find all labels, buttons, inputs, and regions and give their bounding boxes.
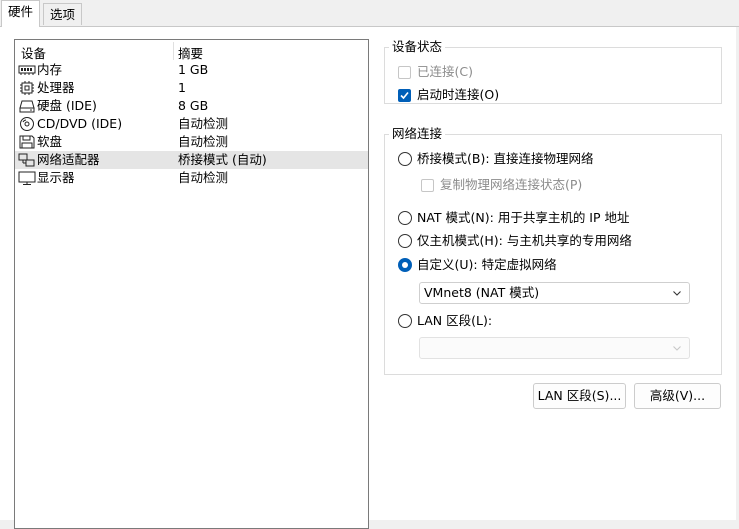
bridged-label: 桥接模式(B): 直接连接物理网络 bbox=[417, 151, 594, 166]
checkmark-icon bbox=[400, 91, 409, 100]
device-name: 内存 bbox=[37, 62, 63, 77]
floppy-icon bbox=[19, 135, 35, 149]
lan-segment-label: LAN 区段(L): bbox=[417, 313, 493, 328]
replicate-state-label: 复制物理网络连接状态(P) bbox=[440, 177, 583, 192]
tab-bar: 硬件 选项 bbox=[0, 0, 739, 27]
tab-hardware-label: 硬件 bbox=[8, 4, 34, 19]
header-device[interactable]: 设备 bbox=[21, 43, 46, 62]
device-row-cd-dvd[interactable]: CD/DVD (IDE) 自动检测 bbox=[15, 115, 368, 133]
device-row-floppy[interactable]: 软盘 自动检测 bbox=[15, 133, 368, 151]
custom-radio[interactable]: 自定义(U): 特定虚拟网络 bbox=[398, 255, 708, 275]
device-summary: 自动检测 bbox=[178, 170, 229, 185]
replicate-state-checkbox[interactable]: 复制物理网络连接状态(P) bbox=[421, 175, 701, 195]
device-summary: 桥接模式 (自动) bbox=[178, 152, 267, 167]
host-only-label: 仅主机模式(H): 与主机共享的专用网络 bbox=[417, 233, 632, 248]
device-name: CD/DVD (IDE) bbox=[37, 116, 123, 131]
advanced-button[interactable]: 高级(V)... bbox=[634, 383, 721, 409]
device-status-group: 设备状态 已连接(C) 启动时连接(O) bbox=[384, 39, 722, 105]
device-row-memory[interactable]: 内存 1 GB bbox=[15, 61, 368, 79]
custom-network-value: VMnet8 (NAT 模式) bbox=[424, 285, 540, 300]
lan-segments-button[interactable]: LAN 区段(S)... bbox=[533, 383, 626, 409]
device-row-processor[interactable]: 处理器 1 bbox=[15, 79, 368, 97]
device-summary: 自动检测 bbox=[178, 134, 229, 149]
advanced-button-label: 高级(V)... bbox=[649, 388, 706, 403]
checkbox-box bbox=[421, 179, 434, 192]
tab-hardware[interactable]: 硬件 bbox=[1, 0, 41, 27]
lan-segment-radio[interactable]: LAN 区段(L): bbox=[398, 311, 598, 331]
display-icon bbox=[18, 171, 36, 185]
device-list[interactable]: 设备 摘要 内存 1 GB 处理器 1 硬盘 (IDE) 8 GB CD/DVD… bbox=[14, 39, 369, 529]
custom-network-select[interactable]: VMnet8 (NAT 模式) bbox=[419, 282, 690, 304]
hardware-panel: 设备 摘要 内存 1 GB 处理器 1 硬盘 (IDE) 8 GB CD/DVD… bbox=[0, 26, 739, 529]
network-connection-group: 网络连接 桥接模式(B): 直接连接物理网络 复制物理网络连接状态(P) NAT… bbox=[384, 126, 722, 375]
header-summary[interactable]: 摘要 bbox=[178, 43, 203, 62]
radio-circle bbox=[398, 211, 412, 225]
bridged-radio[interactable]: 桥接模式(B): 直接连接物理网络 bbox=[398, 149, 708, 169]
device-name: 显示器 bbox=[37, 170, 75, 185]
network-adapter-icon bbox=[18, 153, 35, 167]
radio-circle bbox=[398, 152, 412, 166]
column-divider[interactable] bbox=[173, 42, 174, 60]
device-name: 软盘 bbox=[37, 134, 63, 149]
lan-segments-button-label: LAN 区段(S)... bbox=[537, 388, 622, 403]
checkbox-box bbox=[398, 89, 411, 102]
tab-options-label: 选项 bbox=[50, 7, 76, 22]
network-connection-title: 网络连接 bbox=[389, 126, 446, 142]
nat-radio[interactable]: NAT 模式(N): 用于共享主机的 IP 地址 bbox=[398, 208, 718, 228]
device-row-hard-disk[interactable]: 硬盘 (IDE) 8 GB bbox=[15, 97, 368, 115]
connect-at-power-on-label: 启动时连接(O) bbox=[417, 87, 500, 102]
device-row-network-adapter[interactable]: 网络适配器 桥接模式 (自动) bbox=[15, 151, 368, 169]
device-summary: 1 bbox=[178, 80, 186, 95]
processor-icon bbox=[20, 81, 34, 95]
hard-disk-icon bbox=[19, 100, 35, 113]
lan-segment-select[interactable] bbox=[419, 337, 690, 359]
device-row-display[interactable]: 显示器 自动检测 bbox=[15, 169, 368, 187]
memory-icon bbox=[18, 65, 36, 75]
connected-label: 已连接(C) bbox=[417, 64, 473, 79]
checkbox-box bbox=[398, 66, 411, 79]
radio-circle bbox=[398, 234, 412, 248]
device-name: 处理器 bbox=[37, 80, 75, 95]
radio-circle bbox=[398, 258, 412, 272]
chevron-down-icon bbox=[673, 346, 681, 351]
device-name: 硬盘 (IDE) bbox=[37, 98, 97, 113]
nat-label: NAT 模式(N): 用于共享主机的 IP 地址 bbox=[417, 210, 630, 225]
radio-circle bbox=[398, 314, 412, 328]
connect-at-power-on-checkbox[interactable]: 启动时连接(O) bbox=[398, 85, 598, 105]
connected-checkbox[interactable]: 已连接(C) bbox=[398, 62, 598, 82]
device-status-title: 设备状态 bbox=[389, 39, 446, 55]
device-summary: 自动检测 bbox=[178, 116, 229, 131]
chevron-down-icon bbox=[673, 291, 681, 296]
device-summary: 1 GB bbox=[178, 62, 209, 77]
tab-options[interactable]: 选项 bbox=[43, 3, 83, 25]
device-summary: 8 GB bbox=[178, 98, 209, 113]
host-only-radio[interactable]: 仅主机模式(H): 与主机共享的专用网络 bbox=[398, 231, 718, 251]
list-header: 设备 摘要 bbox=[15, 40, 368, 62]
device-name: 网络适配器 bbox=[37, 152, 100, 167]
cd-dvd-icon bbox=[20, 117, 34, 131]
custom-label: 自定义(U): 特定虚拟网络 bbox=[417, 257, 557, 272]
